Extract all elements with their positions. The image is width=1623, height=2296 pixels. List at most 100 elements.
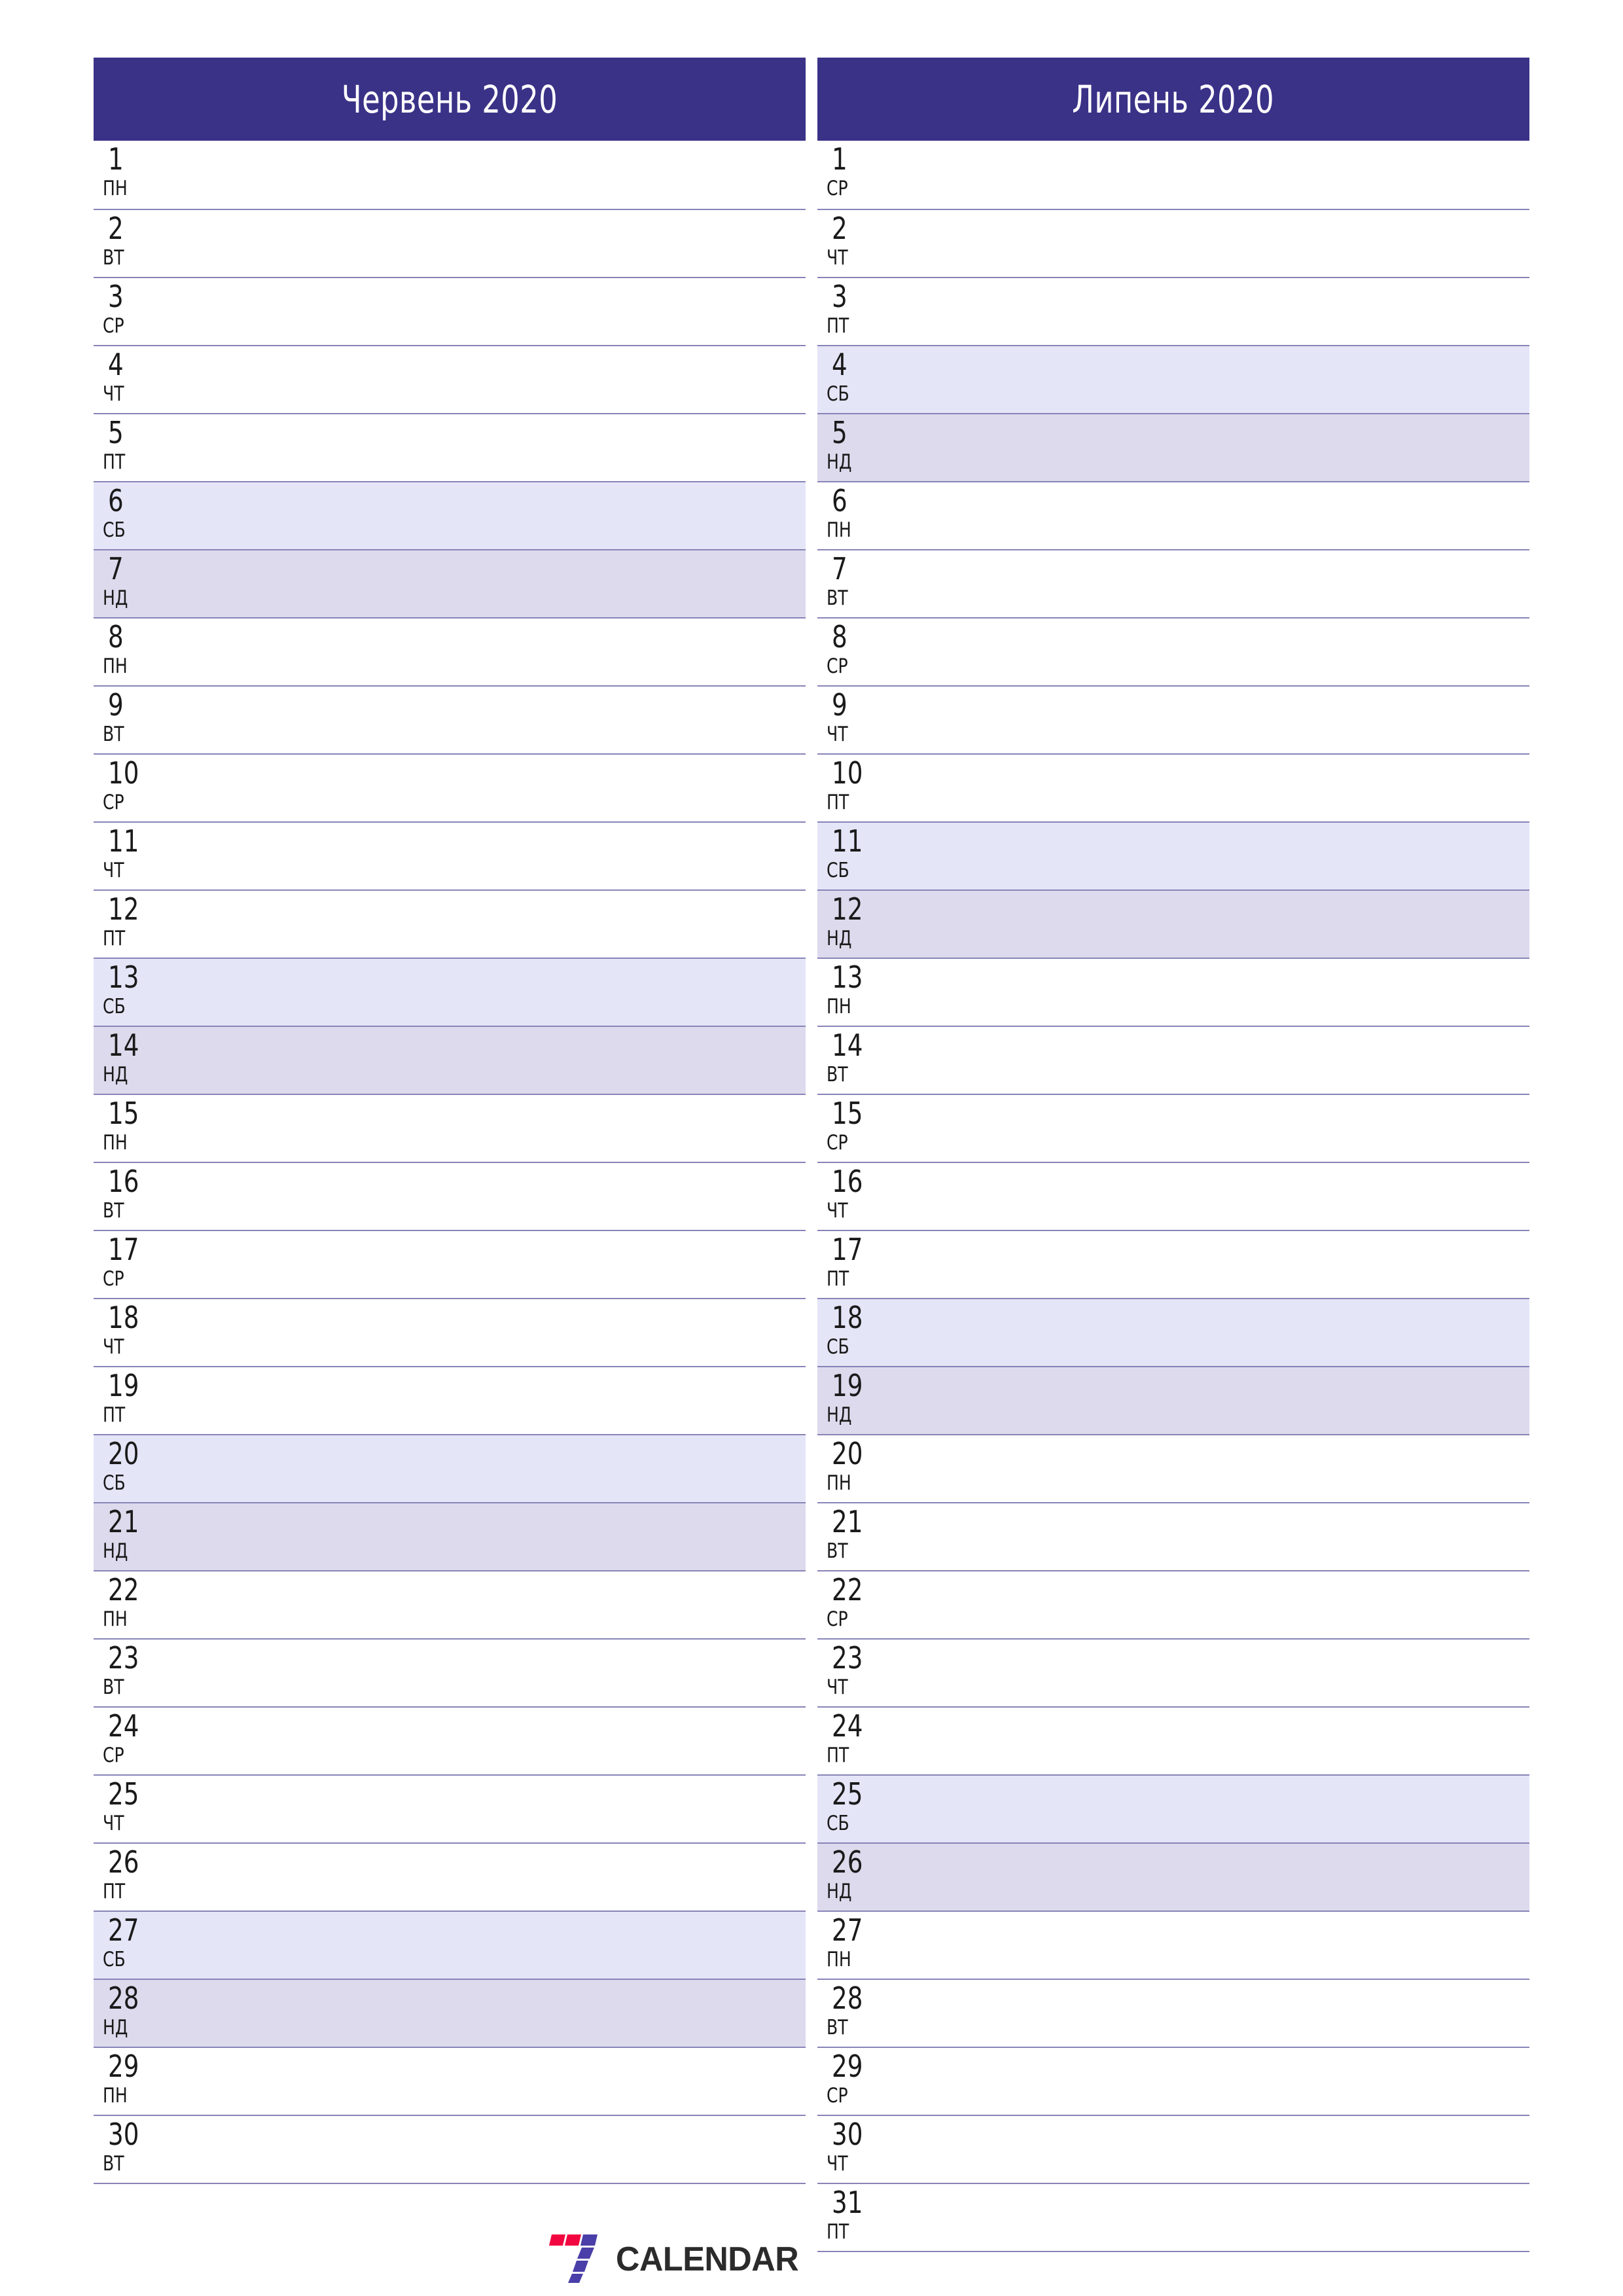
day-row[interactable]: 29 ср <box>817 2047 1529 2115</box>
day-row[interactable]: 20 сб <box>94 1434 806 1502</box>
day-number: 31 <box>832 2185 863 2220</box>
day-row[interactable]: 16 чт <box>817 1162 1529 1230</box>
day-row[interactable]: 13 пн <box>817 958 1529 1026</box>
day-row[interactable]: 6 пн <box>817 481 1529 549</box>
day-row[interactable]: 1 ср <box>817 141 1529 209</box>
day-row[interactable]: 17 ср <box>94 1230 806 1298</box>
day-number: 4 <box>108 347 124 382</box>
day-row[interactable]: 11 чт <box>94 821 806 889</box>
day-row[interactable]: 14 нд <box>94 1026 806 1094</box>
day-list-july: 1 ср 2 чт 3 пт 4 сб 5 нд 6 пн 7 вт 8 ср 9 чт 10 пт 11 сб 12 нд 1… <box>817 141 1529 2252</box>
day-weekday: пт <box>103 1880 126 1903</box>
day-row[interactable]: 13 сб <box>94 958 806 1026</box>
day-row[interactable]: 23 вт <box>94 1638 806 1706</box>
day-row[interactable]: 19 пт <box>94 1366 806 1434</box>
day-row[interactable]: 15 пн <box>94 1094 806 1162</box>
day-row[interactable]: 12 нд <box>817 889 1529 958</box>
day-row[interactable]: 30 чт <box>817 2115 1529 2183</box>
day-number: 25 <box>108 1776 139 1812</box>
day-row[interactable]: 19 нд <box>817 1366 1529 1434</box>
day-number: 15 <box>832 1096 863 1131</box>
day-row[interactable]: 7 вт <box>817 549 1529 617</box>
day-number: 21 <box>832 1504 863 1539</box>
day-weekday: ср <box>827 655 848 678</box>
day-weekday: вт <box>103 1676 124 1699</box>
day-number: 13 <box>832 960 863 995</box>
day-row[interactable]: 22 пн <box>94 1570 806 1638</box>
day-row[interactable]: 25 чт <box>94 1774 806 1842</box>
day-weekday: чт <box>827 2152 848 2176</box>
day-number: 5 <box>108 415 124 450</box>
day-number: 28 <box>832 1981 863 2016</box>
day-row[interactable]: 21 нд <box>94 1502 806 1570</box>
day-row[interactable]: 18 чт <box>94 1298 806 1366</box>
day-weekday: сб <box>103 518 126 542</box>
day-row[interactable]: 2 чт <box>817 209 1529 277</box>
day-row[interactable]: 26 пт <box>94 1842 806 1910</box>
day-row[interactable]: 2 вт <box>94 209 806 277</box>
day-row[interactable]: 6 сб <box>94 481 806 549</box>
day-number: 1 <box>832 141 847 177</box>
day-number: 23 <box>108 1640 139 1676</box>
day-row[interactable]: 30 вт <box>94 2115 806 2183</box>
day-weekday: сб <box>103 1471 126 1495</box>
day-row[interactable]: 25 сб <box>817 1774 1529 1842</box>
day-row[interactable]: 17 пт <box>817 1230 1529 1298</box>
day-number: 26 <box>108 1844 139 1880</box>
day-row[interactable]: 4 сб <box>817 345 1529 413</box>
day-number: 22 <box>832 1572 863 1607</box>
day-row[interactable]: 28 вт <box>817 1979 1529 2047</box>
day-row[interactable]: 8 ср <box>817 617 1529 685</box>
day-row[interactable]: 3 ср <box>94 277 806 345</box>
day-number: 9 <box>832 687 847 723</box>
day-row[interactable]: 14 вт <box>817 1026 1529 1094</box>
day-weekday: пт <box>103 1403 126 1427</box>
day-weekday: чт <box>103 1812 124 1835</box>
day-weekday: вт <box>827 1539 848 1563</box>
day-number: 16 <box>832 1164 863 1199</box>
day-row[interactable]: 21 вт <box>817 1502 1529 1570</box>
day-row[interactable]: 29 пн <box>94 2047 806 2115</box>
day-row[interactable]: 15 ср <box>817 1094 1529 1162</box>
day-row[interactable]: 9 чт <box>817 685 1529 753</box>
day-row[interactable]: 1 пн <box>94 141 806 209</box>
day-row[interactable]: 23 чт <box>817 1638 1529 1706</box>
day-row[interactable]: 18 сб <box>817 1298 1529 1366</box>
day-row[interactable]: 8 пн <box>94 617 806 685</box>
day-row[interactable]: 9 вт <box>94 685 806 753</box>
day-row[interactable]: 20 пн <box>817 1434 1529 1502</box>
day-row[interactable]: 26 нд <box>817 1842 1529 1910</box>
day-row[interactable]: 16 вт <box>94 1162 806 1230</box>
day-weekday: пт <box>827 2220 849 2244</box>
day-weekday: пн <box>103 2084 128 2108</box>
day-row[interactable]: 24 пт <box>817 1706 1529 1774</box>
day-row[interactable]: 5 нд <box>817 413 1529 481</box>
day-weekday: ср <box>827 2084 848 2108</box>
day-row[interactable]: 31 пт <box>817 2183 1529 2251</box>
day-row[interactable]: 27 сб <box>94 1910 806 1979</box>
day-weekday: сб <box>827 859 849 882</box>
day-weekday: нд <box>103 586 128 610</box>
day-row[interactable]: 10 пт <box>817 753 1529 821</box>
day-number: 10 <box>832 755 863 791</box>
day-row[interactable]: 12 пт <box>94 889 806 958</box>
day-weekday: пн <box>103 177 128 200</box>
day-row[interactable]: 5 пт <box>94 413 806 481</box>
day-row[interactable]: 28 нд <box>94 1979 806 2047</box>
day-row[interactable]: 10 ср <box>94 753 806 821</box>
day-row[interactable]: 3 пт <box>817 277 1529 345</box>
day-row[interactable]: 7 нд <box>94 549 806 617</box>
day-row[interactable]: 22 ср <box>817 1570 1529 1638</box>
day-row[interactable]: 4 чт <box>94 345 806 413</box>
day-weekday: ср <box>103 314 124 338</box>
day-row[interactable]: 11 сб <box>817 821 1529 889</box>
day-row[interactable]: 24 ср <box>94 1706 806 1774</box>
day-weekday: ср <box>103 1267 124 1291</box>
day-weekday: пт <box>103 927 126 950</box>
day-number: 13 <box>108 960 139 995</box>
day-number: 18 <box>832 1300 863 1335</box>
month-title-july: Липень 2020 <box>1072 77 1275 122</box>
day-number: 8 <box>832 619 847 655</box>
day-row[interactable]: 27 пн <box>817 1910 1529 1979</box>
day-number: 19 <box>108 1368 139 1403</box>
